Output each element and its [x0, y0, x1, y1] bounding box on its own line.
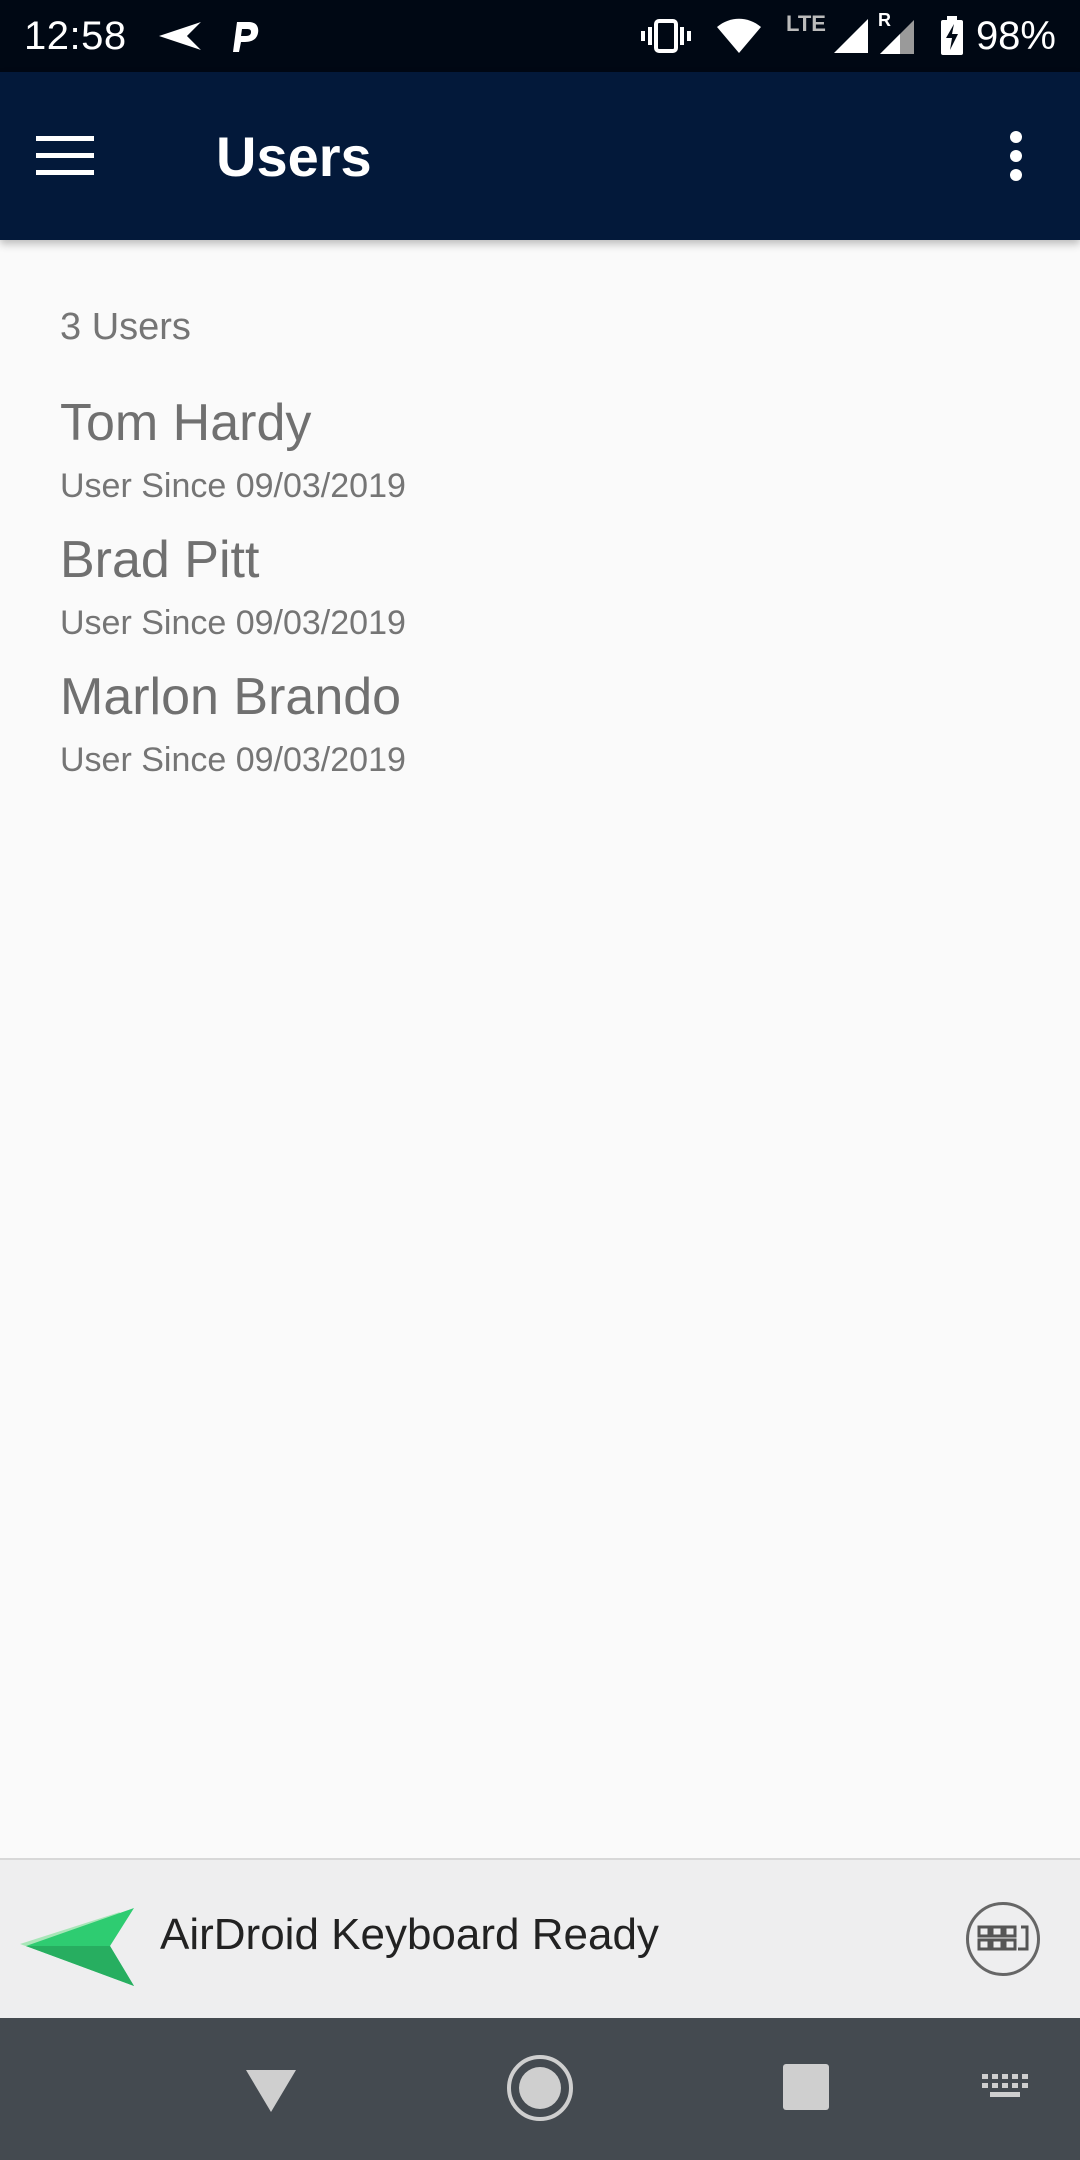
- battery-percent: 98%: [975, 13, 1056, 58]
- user-since: User Since 09/03/2019: [60, 741, 406, 779]
- lte-icon: LTE: [786, 11, 826, 61]
- keyboard-banner[interactable]: AirDroid Keyboard Ready: [0, 1858, 1080, 2018]
- user-since: User Since 09/03/2019: [60, 604, 406, 642]
- wifi-icon: [716, 18, 762, 54]
- battery-charging-icon: [940, 16, 964, 56]
- keyboard-toggle-icon: [977, 1925, 1029, 1951]
- user-count: 3 Users: [60, 306, 191, 348]
- back-icon[interactable]: [244, 2066, 298, 2114]
- user-list: Tom Hardy User Since 09/03/2019 Brad Pit…: [0, 390, 1080, 801]
- recents-icon[interactable]: [783, 2064, 829, 2110]
- keyboard-icon[interactable]: [982, 2074, 1030, 2100]
- signal-icon: [832, 17, 870, 55]
- home-icon[interactable]: [506, 2054, 574, 2122]
- vibrate-icon: [640, 19, 692, 53]
- user-list-item[interactable]: Marlon Brando User Since 09/03/2019: [0, 664, 1080, 801]
- more-vert-icon: [1010, 131, 1022, 181]
- menu-button[interactable]: [36, 120, 132, 192]
- keyboard-ready-text: AirDroid Keyboard Ready: [160, 1910, 659, 1959]
- overflow-menu-button[interactable]: [980, 120, 1052, 192]
- status-bar: 12:58 LTE R 98%: [0, 0, 1080, 72]
- user-since: User Since 09/03/2019: [60, 467, 406, 505]
- status-right: LTE R 98%: [640, 10, 1056, 61]
- screen: 12:58 LTE R 98% Users 3 Users Tom Hardy …: [0, 0, 1080, 2160]
- status-time: 12:58: [24, 13, 127, 58]
- keyboard-toggle-button[interactable]: [966, 1902, 1040, 1976]
- airdroid-send-icon: [157, 20, 203, 52]
- menu-icon: [36, 136, 94, 175]
- nav-bar: [0, 2018, 1080, 2160]
- user-list-item[interactable]: Brad Pitt User Since 09/03/2019: [0, 527, 1080, 664]
- lte-label: LTE: [786, 11, 826, 36]
- user-name: Marlon Brando: [60, 668, 402, 726]
- page-title: Users: [216, 125, 372, 188]
- app-bar: Users: [0, 72, 1080, 240]
- status-left: 12:58: [24, 14, 285, 59]
- user-name: Brad Pitt: [60, 531, 260, 589]
- user-list-item[interactable]: Tom Hardy User Since 09/03/2019: [0, 390, 1080, 527]
- airdroid-logo-icon: [20, 1908, 134, 1986]
- roaming-label: R: [877, 10, 891, 30]
- parking-icon: [227, 18, 261, 54]
- roaming-signal-icon: R: [876, 10, 916, 56]
- user-name: Tom Hardy: [60, 394, 312, 452]
